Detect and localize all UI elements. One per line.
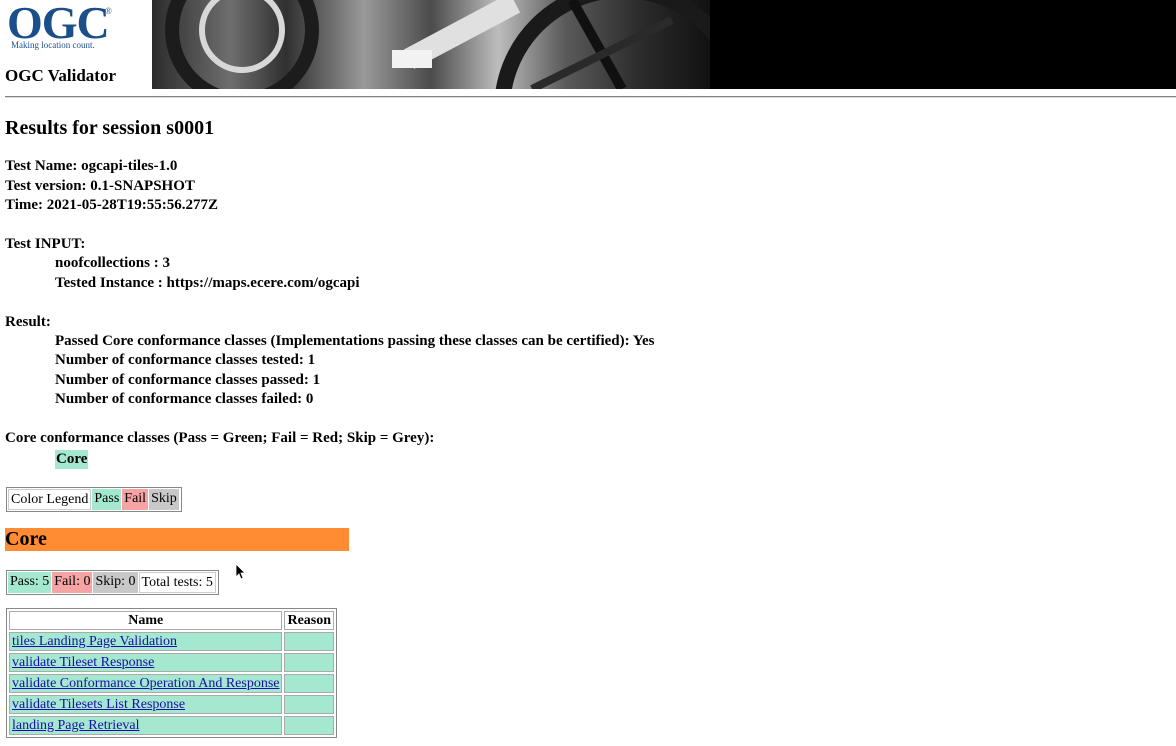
test-link[interactable]: validate Tilesets List Response <box>12 697 185 712</box>
test-link[interactable]: tiles Landing Page Validation <box>12 634 177 649</box>
table-row: validate Tileset Response <box>9 653 335 672</box>
test-name-cell: validate Tilesets List Response <box>9 695 283 714</box>
table-row: landing Page Retrieval <box>9 716 335 735</box>
conformance-heading: Core conformance classes (Pass = Green; … <box>5 430 435 446</box>
header-banner-dark <box>710 0 1176 89</box>
header-divider <box>5 96 1176 98</box>
test-version: Test version: 0.1-SNAPSHOT <box>5 178 195 194</box>
reason-cell <box>284 695 335 714</box>
test-name-cell: validate Tileset Response <box>9 653 283 672</box>
test-name: Test Name: ogcapi-tiles-1.0 <box>5 158 178 174</box>
reason-cell <box>284 653 335 672</box>
column-header-name: Name <box>9 611 283 630</box>
logo-registered-mark: ® <box>105 6 112 16</box>
legend-skip: Skip <box>149 489 179 510</box>
result-classes-passed: Number of conformance classes passed: 1 <box>55 372 321 388</box>
core-section-title: Core <box>5 528 349 551</box>
reason-cell <box>284 716 335 735</box>
column-header-reason: Reason <box>284 611 335 630</box>
table-row: validate Tilesets List Response <box>9 695 335 714</box>
banner-wheel-graphic <box>165 0 710 89</box>
result-passed-core: Passed Core conformance classes (Impleme… <box>55 333 655 349</box>
legend-pass: Pass <box>92 489 122 510</box>
summary-skip: Skip: 0 <box>93 572 138 593</box>
header-banner-image <box>152 0 710 89</box>
input-tested-instance: Tested Instance : https://maps.ecere.com… <box>55 275 360 291</box>
test-link[interactable]: validate Tileset Response <box>12 655 154 670</box>
table-header-row: Name Reason <box>9 611 335 630</box>
test-input-label: Test INPUT: <box>5 236 86 252</box>
input-noofcollections: noofcollections : 3 <box>55 255 170 271</box>
legend-fail: Fail <box>122 489 149 510</box>
legend-label: Color Legend <box>8 489 92 510</box>
table-row: validate Conformance Operation And Respo… <box>9 674 335 693</box>
summary-pass: Pass: 5 <box>8 572 52 593</box>
app-title: OGC Validator <box>5 66 116 85</box>
mouse-cursor-icon <box>236 564 246 580</box>
result-classes-tested: Number of conformance classes tested: 1 <box>55 352 316 368</box>
color-legend: Color Legend Pass Fail Skip <box>6 487 182 512</box>
reason-cell <box>284 632 335 651</box>
summary-total: Total tests: 5 <box>138 572 216 593</box>
test-name-cell: validate Conformance Operation And Respo… <box>9 674 283 693</box>
test-time: Time: 2021-05-28T19:55:56.277Z <box>5 197 219 213</box>
summary-fail: Fail: 0 <box>52 572 93 593</box>
page-header: OGC ® Making location count. OGC Validat… <box>0 0 1176 90</box>
table-row: tiles Landing Page Validation <box>9 632 335 651</box>
test-name-cell: tiles Landing Page Validation <box>9 632 283 651</box>
core-class-chip: Core <box>55 450 89 469</box>
result-classes-failed: Number of conformance classes failed: 0 <box>55 391 314 407</box>
session-heading: Results for session s0001 <box>5 117 215 139</box>
test-name-cell: landing Page Retrieval <box>9 716 283 735</box>
test-link[interactable]: validate Conformance Operation And Respo… <box>12 676 279 691</box>
test-results-table: Name Reason tiles Landing Page Validatio… <box>6 608 338 738</box>
core-test-summary: Pass: 5 Fail: 0 Skip: 0 Total tests: 5 <box>6 570 219 595</box>
logo-tagline: Making location count. <box>11 40 95 50</box>
test-link[interactable]: landing Page Retrieval <box>12 718 140 733</box>
result-label: Result: <box>5 314 51 330</box>
reason-cell <box>284 674 335 693</box>
